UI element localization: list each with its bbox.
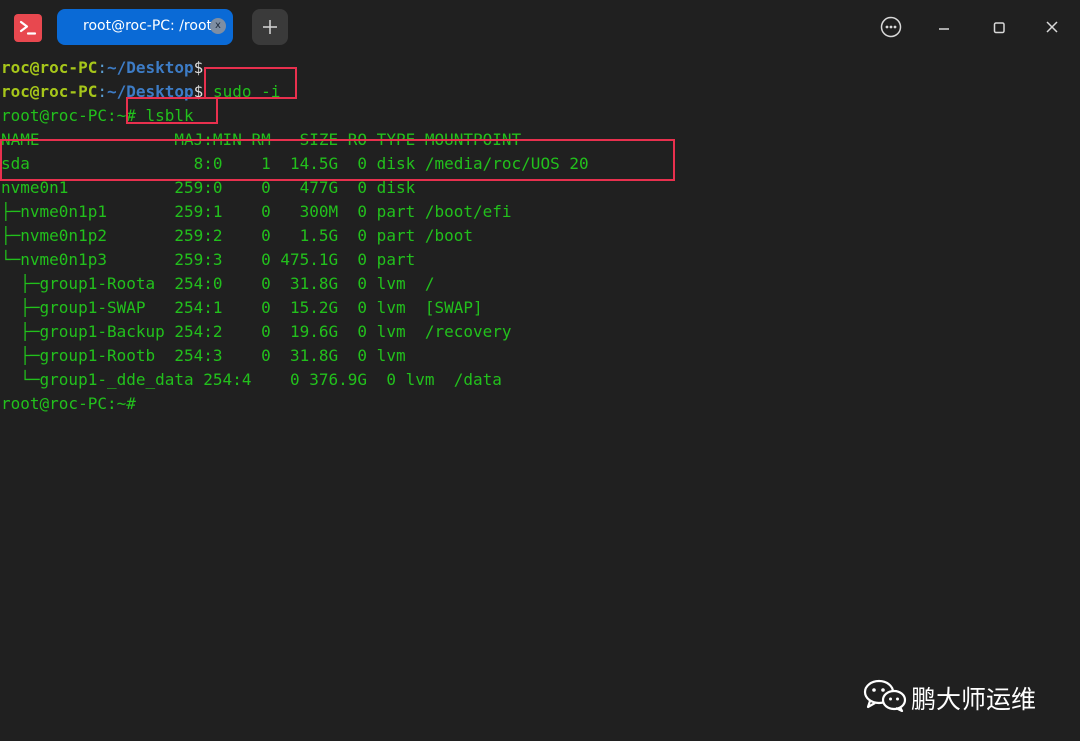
terminal-app-icon	[14, 14, 42, 42]
lsblk-row: ├─group1-SWAP 254:1 0 15.2G 0 lvm [SWAP]	[1, 298, 483, 317]
lsblk-row: ├─nvme0n1p1 259:1 0 300M 0 part /boot/ef…	[1, 202, 512, 221]
maximize-button[interactable]	[986, 14, 1012, 40]
tab-title: root@roc-PC: /root	[83, 18, 213, 34]
lsblk-row: └─group1-_dde_data 254:4 0 376.9G 0 lvm …	[1, 370, 502, 389]
watermark-text: 鹏大师运维	[911, 685, 1037, 714]
highlight-sudo-command	[204, 67, 297, 99]
lsblk-row: ├─group1-Roota 254:0 0 31.8G 0 lvm /	[1, 274, 435, 293]
terminal-window: root@roc-PC: /root x roc@roc-PC:~/Deskto…	[0, 0, 1080, 741]
prompt-final: root@roc-PC:~#	[1, 394, 136, 413]
tab-close-icon[interactable]: x	[210, 18, 226, 34]
wechat-icon	[863, 679, 907, 712]
maximize-icon	[993, 22, 1005, 34]
prompt-user: roc@roc-PC	[1, 58, 98, 77]
prompt-separator: :	[97, 58, 107, 77]
prompt-separator: :	[97, 82, 107, 101]
prompt-user: roc@roc-PC	[1, 82, 98, 101]
lsblk-row: ├─group1-Rootb 254:3 0 31.8G 0 lvm	[1, 346, 425, 365]
close-button[interactable]	[1039, 14, 1065, 40]
watermark: 鹏大师运维	[862, 676, 1052, 714]
highlight-sda-row	[0, 139, 675, 181]
new-tab-button[interactable]	[252, 9, 288, 45]
more-options-icon	[880, 16, 902, 38]
prompt-path: ~/Desktop	[106, 58, 194, 77]
close-icon	[1046, 21, 1058, 33]
minimize-button[interactable]	[931, 14, 957, 40]
lsblk-row: ├─group1-Backup 254:2 0 19.6G 0 lvm /rec…	[1, 322, 512, 341]
highlight-lsblk-command	[126, 97, 218, 124]
prompt-symbol: $	[193, 58, 204, 77]
lsblk-row: ├─nvme0n1p2 259:2 0 1.5G 0 part /boot	[1, 226, 474, 245]
plus-icon	[263, 20, 277, 34]
lsblk-row: └─nvme0n1p3 259:3 0 475.1G 0 part	[1, 250, 425, 269]
prompt-line-1: roc@roc-PC:~/Desktop$	[1, 56, 203, 80]
minimize-icon	[939, 28, 949, 30]
more-options-button[interactable]	[878, 14, 904, 40]
title-bar: root@roc-PC: /root x	[0, 0, 1080, 54]
tab-root[interactable]: root@roc-PC: /root x	[57, 9, 233, 45]
